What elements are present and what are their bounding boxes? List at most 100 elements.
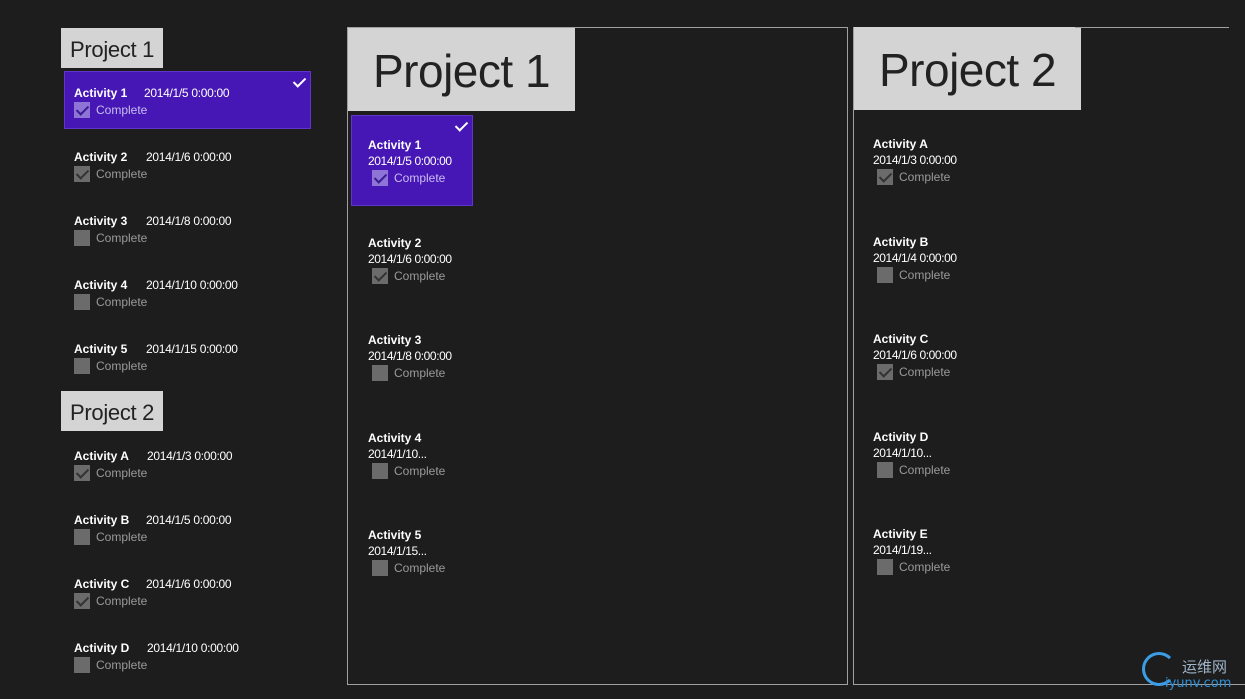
complete-checkbox-row[interactable]: Complete [74,230,147,246]
complete-checkbox[interactable] [877,364,893,380]
card-complete-row: Complete [877,267,950,283]
item-date: 2014/1/3 0:00:00 [147,449,233,463]
complete-label: Complete [899,170,951,184]
complete-label: Complete [96,103,148,117]
item-header-row: Activity 5 2014/1/15 0:00:00 [74,342,238,356]
complete-checkbox-row[interactable]: Complete [74,657,147,673]
complete-checkbox-row[interactable]: Complete [74,166,147,182]
complete-label: Complete [899,268,951,282]
card-name: Activity 1 [368,138,422,152]
complete-checkbox-row[interactable]: Complete [877,169,950,185]
activity-card[interactable]: Activity B 2014/1/4 0:00:00 Complete [857,213,977,302]
activity-card[interactable]: Activity 1 2014/1/5 0:00:00 Complete [351,115,473,206]
activity-card[interactable]: Activity 5 2014/1/15... Complete [352,506,472,595]
complete-checkbox[interactable] [74,529,90,545]
complete-checkbox-row[interactable]: Complete [74,358,147,374]
complete-checkbox-row[interactable]: Complete [372,463,445,479]
item-date: 2014/1/10 0:00:00 [147,641,239,655]
complete-checkbox-row[interactable]: Complete [372,170,445,186]
list-item[interactable]: Activity 4 2014/1/10 0:00:00 Complete [65,264,310,320]
card-complete-row: Complete [877,559,950,575]
complete-checkbox-row[interactable]: Complete [74,529,147,545]
divider-line [1075,27,1229,28]
complete-checkbox[interactable] [877,462,893,478]
activity-card[interactable]: Activity C 2014/1/6 0:00:00 Complete [857,310,977,399]
activity-card[interactable]: Activity 2 2014/1/6 0:00:00 Complete [352,214,472,303]
item-header-row: Activity 4 2014/1/10 0:00:00 [74,278,238,292]
list-item[interactable]: Activity D 2014/1/10 0:00:00 Complete [65,627,310,683]
list-item[interactable]: Activity 2 2014/1/6 0:00:00 Complete [65,136,310,192]
complete-checkbox-row[interactable]: Complete [74,593,147,609]
list-item[interactable]: Activity C 2014/1/6 0:00:00 Complete [65,563,310,619]
card-date: 2014/1/19... [873,543,932,557]
complete-label: Complete [394,561,446,575]
complete-checkbox-row[interactable]: Complete [372,268,445,284]
group-header-1[interactable]: Project 1 [61,28,164,68]
item-complete-row: Complete [74,656,147,674]
complete-checkbox[interactable] [877,169,893,185]
list-item[interactable]: Activity 5 2014/1/15 0:00:00 Complete [65,328,310,384]
list-item[interactable]: Activity 1 2014/1/5 0:00:00 Complete [64,71,311,129]
complete-label: Complete [899,560,951,574]
item-name: Activity A [74,449,129,463]
card-date: 2014/1/4 0:00:00 [873,251,957,265]
complete-checkbox[interactable] [74,166,90,182]
complete-label: Complete [394,269,446,283]
complete-checkbox-row[interactable]: Complete [74,294,147,310]
list-item[interactable]: Activity A 2014/1/3 0:00:00 Complete [65,435,310,491]
item-complete-row: Complete [74,165,147,183]
activity-card[interactable]: Activity 4 2014/1/10... Complete [352,409,472,498]
list-item[interactable]: Activity 3 2014/1/8 0:00:00 Complete [65,200,310,256]
complete-checkbox[interactable] [372,463,388,479]
activity-card[interactable]: Activity A 2014/1/3 0:00:00 Complete [857,115,977,204]
item-date: 2014/1/6 0:00:00 [146,577,232,591]
card-name: Activity D [873,430,929,444]
item-complete-row: Complete [74,229,147,247]
complete-checkbox[interactable] [74,102,90,118]
complete-checkbox[interactable] [74,230,90,246]
item-name: Activity 2 [74,150,128,164]
watermark-logo: 运维网 iyunv.com [1140,650,1240,694]
complete-checkbox[interactable] [372,560,388,576]
panel-header[interactable]: Project 1 [348,28,576,111]
card-complete-row: Complete [877,169,950,185]
card-name: Activity B [873,235,929,249]
item-name: Activity 3 [74,214,128,228]
complete-checkbox[interactable] [372,365,388,381]
complete-label: Complete [96,359,148,373]
complete-checkbox-row[interactable]: Complete [877,267,950,283]
activity-card[interactable]: Activity E 2014/1/19... Complete [857,505,977,594]
complete-checkbox[interactable] [877,267,893,283]
card-name: Activity 4 [368,431,422,445]
complete-checkbox-row[interactable]: Complete [877,559,950,575]
complete-checkbox[interactable] [74,465,90,481]
complete-checkbox[interactable] [372,268,388,284]
complete-checkbox-row[interactable]: Complete [372,560,445,576]
group-header-2[interactable]: Project 2 [61,391,164,431]
panel-header[interactable]: Project 2 [854,27,1082,110]
complete-checkbox[interactable] [877,559,893,575]
complete-label: Complete [394,171,446,185]
card-date: 2014/1/10... [368,447,427,461]
selected-check-icon [454,119,468,133]
complete-checkbox-row[interactable]: Complete [74,102,147,118]
item-date: 2014/1/10 0:00:00 [146,278,238,292]
complete-checkbox-row[interactable]: Complete [877,364,950,380]
item-header-row: Activity A 2014/1/3 0:00:00 [74,449,233,463]
complete-checkbox[interactable] [74,358,90,374]
complete-checkbox-row[interactable]: Complete [372,365,445,381]
complete-checkbox-row[interactable]: Complete [74,465,147,481]
complete-checkbox[interactable] [74,657,90,673]
complete-label: Complete [899,463,951,477]
complete-checkbox[interactable] [372,170,388,186]
card-name: Activity 2 [368,236,422,250]
complete-checkbox[interactable] [74,294,90,310]
activity-card[interactable]: Activity D 2014/1/10... Complete [857,408,977,497]
project-panel-2: Project 2 Activity A 2014/1/3 0:00:00 Compl… [853,27,1245,685]
complete-checkbox-row[interactable]: Complete [877,462,950,478]
complete-label: Complete [394,366,446,380]
item-complete-row: Complete [74,293,147,311]
complete-checkbox[interactable] [74,593,90,609]
activity-card[interactable]: Activity 3 2014/1/8 0:00:00 Complete [352,311,472,400]
list-item[interactable]: Activity B 2014/1/5 0:00:00 Complete [65,499,310,555]
